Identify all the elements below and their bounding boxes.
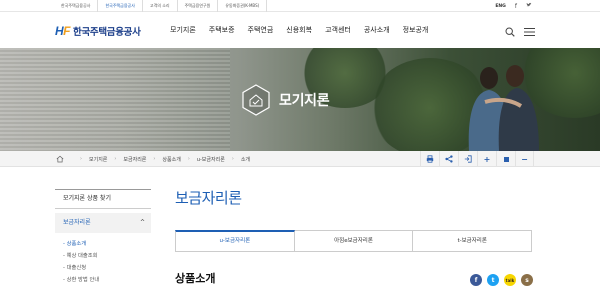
section-title: 상품소개 — [175, 272, 216, 285]
home-icon[interactable] — [56, 155, 64, 163]
chevron-right-icon: › — [80, 156, 82, 162]
hero-banner: 모기지론 — [0, 48, 600, 151]
plus-icon: + — [483, 154, 491, 164]
minus-icon: − — [521, 154, 528, 164]
tab-t-bogeumjari[interactable]: t-보금자리론 — [413, 230, 533, 251]
kakaostory-icon[interactable]: s — [521, 274, 533, 286]
utility-bar: 한국주택금융공사 한국주택금융공사 고객의 소리 주택금융연구원 유동화증권(K… — [0, 0, 600, 12]
family-tab-5[interactable]: 유동화증권(K-MBS) — [218, 0, 268, 12]
login-icon — [464, 155, 472, 163]
breadcrumb-item: 소개 — [240, 156, 251, 163]
sns-share-button[interactable] — [439, 151, 458, 167]
site-logo[interactable]: HF 한국주택금융공사 — [55, 24, 141, 38]
stop-icon — [503, 156, 509, 162]
nav-guarantee[interactable]: 주택보증 — [209, 25, 235, 35]
family-site-tabs: 한국주택금융공사 한국주택금융공사 고객의 소리 주택금융연구원 유동화증권(K… — [54, 0, 268, 12]
chevron-right-icon: › — [231, 156, 234, 162]
zoom-in-button[interactable]: + — [477, 151, 496, 167]
share-buttons: f t talk s — [470, 274, 533, 286]
nav-credit-recovery[interactable]: 신용회복 — [286, 25, 312, 35]
breadcrumb-item[interactable]: u-보금자리론 — [197, 156, 225, 163]
nav-pension[interactable]: 주택연금 — [248, 25, 274, 35]
chevron-right-icon: › — [114, 156, 117, 162]
side-nav-section-label: 보금자리론 — [63, 219, 91, 226]
side-nav-title[interactable]: 모기지론 상품 찾기 — [55, 189, 151, 209]
print-button[interactable] — [420, 151, 439, 167]
logo-text: 한국주택금융공사 — [73, 27, 141, 38]
facebook-icon[interactable]: f — [470, 274, 482, 286]
family-tab-1[interactable]: 한국주택금융공사 — [54, 0, 99, 12]
hero-title: 모기지론 — [279, 93, 330, 109]
breadcrumb-item[interactable]: 보금자리론 — [123, 156, 146, 163]
side-nav-list: - 상품소개 - 예상 대출조회 - 대출신청 - 상환 방법 안내 — [55, 238, 151, 286]
breadcrumb-bar: › 모기지론 › 보금자리론 › 상품소개 › u-보금자리론 › 소개 + − — [0, 151, 600, 167]
hero-couple-image — [468, 65, 539, 151]
nav-about[interactable]: 공사소개 — [364, 25, 390, 35]
side-nav: 모기지론 상품 찾기 보금자리론 ^ - 상품소개 - 예상 대출조회 - 대출… — [55, 189, 151, 286]
product-tabs: u-보금자리론 아낌e보금자리론 t-보금자리론 — [175, 230, 533, 252]
hf-logo-mark: HF — [55, 24, 71, 38]
breadcrumb-item[interactable]: 모기지론 — [89, 156, 107, 163]
side-nav-item[interactable]: - 상환 방법 안내 — [55, 274, 151, 286]
side-nav-item[interactable]: - 예상 대출조회 — [55, 250, 151, 262]
zoom-reset-button[interactable] — [496, 151, 515, 167]
family-tab-2[interactable]: 한국주택금융공사 — [98, 0, 143, 12]
nav-mortgage[interactable]: 모기지론 — [170, 25, 196, 35]
tab-akkim-e-bogeumjari[interactable]: 아낌e보금자리론 — [294, 230, 414, 251]
search-icon[interactable] — [505, 27, 515, 37]
side-nav-item[interactable]: - 대출신청 — [55, 262, 151, 274]
chevron-up-icon: ^ — [139, 219, 145, 226]
print-icon — [426, 155, 434, 163]
twitter-icon[interactable]: t — [487, 274, 499, 286]
page-tools: + − — [420, 151, 534, 167]
nav-disclosure[interactable]: 정보공개 — [403, 25, 429, 35]
side-nav-section[interactable]: 보금자리론 ^ — [55, 213, 151, 233]
language-eng-link[interactable]: ENG — [495, 4, 506, 9]
family-tab-4[interactable]: 주택금융연구원 — [178, 0, 219, 12]
site-header: HF 한국주택금융공사 모기지론 주택보증 주택연금 신용회복 고객센터 공사소… — [0, 12, 600, 48]
hamburger-menu-icon[interactable] — [524, 27, 535, 37]
main-nav: 모기지론 주택보증 주택연금 신용회복 고객센터 공사소개 정보공개 — [170, 25, 428, 35]
tab-u-bogeumjari[interactable]: u-보금자리론 — [175, 230, 295, 251]
house-hexagon-icon — [242, 84, 270, 116]
twitter-icon[interactable] — [526, 2, 532, 10]
kakaotalk-icon[interactable]: talk — [504, 274, 516, 286]
hero-heading: 모기지론 — [241, 84, 330, 116]
zoom-out-button[interactable]: − — [515, 151, 534, 167]
side-nav-item[interactable]: - 상품소개 — [55, 238, 151, 250]
nav-customer-center[interactable]: 고객센터 — [325, 25, 351, 35]
page-title: 보금자리론 — [175, 189, 242, 207]
hero-background-blinds — [0, 48, 230, 151]
chevron-right-icon: › — [187, 156, 190, 162]
family-tab-3[interactable]: 고객의 소리 — [143, 0, 178, 12]
chevron-right-icon: › — [153, 156, 156, 162]
login-button[interactable] — [458, 151, 477, 167]
breadcrumb-item[interactable]: 상품소개 — [162, 156, 180, 163]
breadcrumb: › 모기지론 › 보금자리론 › 상품소개 › u-보금자리론 › 소개 — [56, 151, 250, 167]
share-icon — [445, 155, 453, 163]
facebook-icon[interactable]: f — [515, 3, 517, 10]
